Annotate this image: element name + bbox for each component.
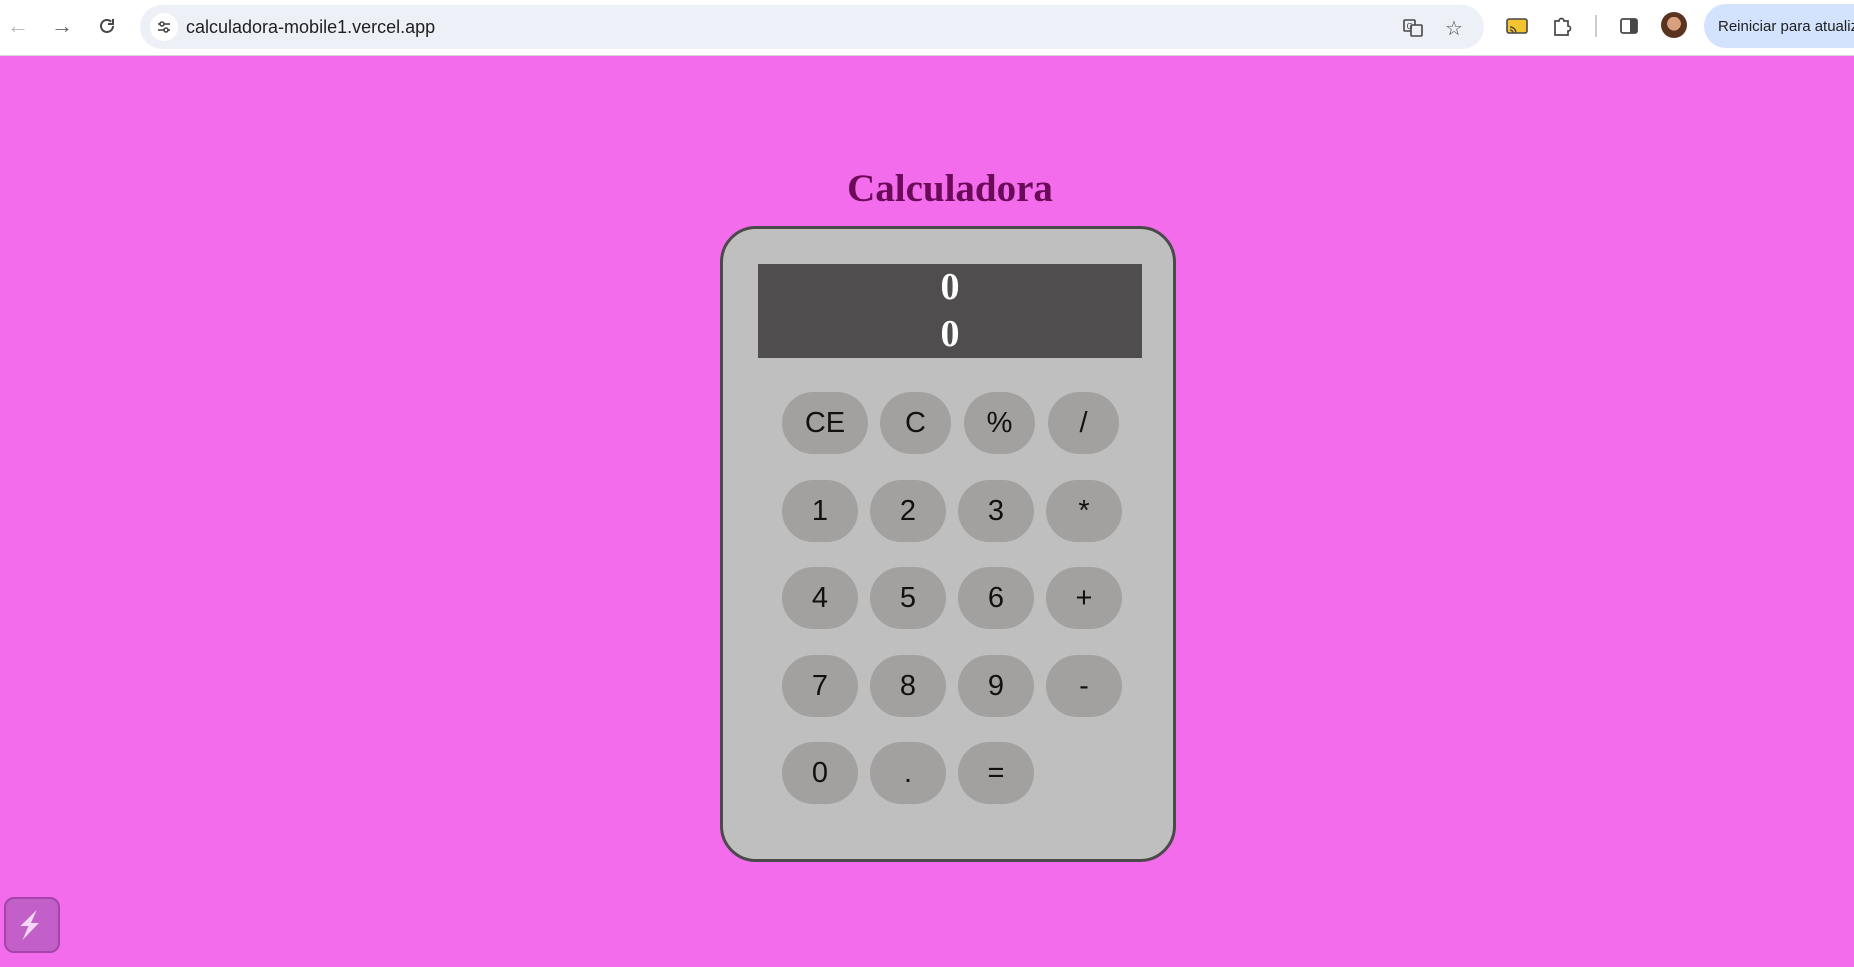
star-icon: ☆ — [1445, 17, 1463, 40]
lightning-icon — [20, 910, 39, 940]
forward-button[interactable]: → — [46, 10, 78, 42]
reload-button[interactable] — [91, 10, 123, 42]
clear-entry-button[interactable]: CE — [782, 392, 868, 454]
translate-icon: G — [1403, 19, 1423, 37]
plus-button[interactable]: + — [1046, 567, 1122, 629]
digit-9-button[interactable]: 9 — [958, 655, 1034, 717]
puzzle-icon — [1554, 17, 1572, 36]
page-title: Calculadora — [847, 167, 1053, 210]
side-panel-button[interactable] — [1614, 11, 1644, 41]
equals-button[interactable]: = — [958, 742, 1034, 804]
digit-6-button[interactable]: 6 — [958, 567, 1034, 629]
profile-avatar[interactable] — [1661, 12, 1687, 38]
percent-button[interactable]: % — [964, 392, 1035, 454]
floating-widget-button[interactable] — [4, 897, 60, 953]
calculator-display: 0 0 — [758, 264, 1142, 358]
translate-button[interactable]: G — [1400, 15, 1426, 41]
digit-3-button[interactable]: 3 — [958, 480, 1034, 542]
extensions-button[interactable] — [1547, 11, 1577, 41]
arrow-left-icon: ← — [7, 13, 29, 38]
previous-value: 0 — [940, 266, 960, 308]
decimal-button[interactable]: . — [870, 742, 946, 804]
multiply-button[interactable]: * — [1046, 480, 1122, 542]
current-value: 0 — [940, 313, 960, 355]
toolbar-separator — [1595, 15, 1597, 37]
digit-8-button[interactable]: 8 — [870, 655, 946, 717]
digit-2-button[interactable]: 2 — [870, 480, 946, 542]
cast-button[interactable] — [1502, 11, 1532, 41]
reload-icon — [100, 19, 114, 33]
digit-4-button[interactable]: 4 — [782, 567, 858, 629]
svg-text:G: G — [1407, 22, 1413, 31]
back-button[interactable]: ← — [2, 10, 34, 42]
arrow-right-icon: → — [51, 13, 73, 38]
digit-7-button[interactable]: 7 — [782, 655, 858, 717]
site-info-button[interactable] — [150, 13, 178, 41]
digit-5-button[interactable]: 5 — [870, 567, 946, 629]
browser-toolbar: ← → calculadora-mobile1.vercel.app G ☆ R… — [0, 0, 1854, 56]
digit-1-button[interactable]: 1 — [782, 480, 858, 542]
divide-button[interactable]: / — [1048, 392, 1119, 454]
cast-icon — [1506, 18, 1528, 34]
calculator: 0 0 CE C % / 1 2 3 * 4 5 6 + 7 8 9 - 0 .… — [720, 226, 1176, 862]
restart-update-button[interactable]: Reiniciar para atualizar — [1704, 4, 1854, 48]
address-bar[interactable]: calculadora-mobile1.vercel.app G ☆ — [140, 5, 1484, 49]
url-text[interactable]: calculadora-mobile1.vercel.app — [186, 17, 435, 38]
side-panel-icon — [1620, 18, 1638, 34]
minus-button[interactable]: - — [1046, 655, 1122, 717]
clear-button[interactable]: C — [880, 392, 951, 454]
bookmark-button[interactable]: ☆ — [1441, 15, 1467, 41]
digit-0-button[interactable]: 0 — [782, 742, 858, 804]
tune-icon — [158, 21, 170, 33]
